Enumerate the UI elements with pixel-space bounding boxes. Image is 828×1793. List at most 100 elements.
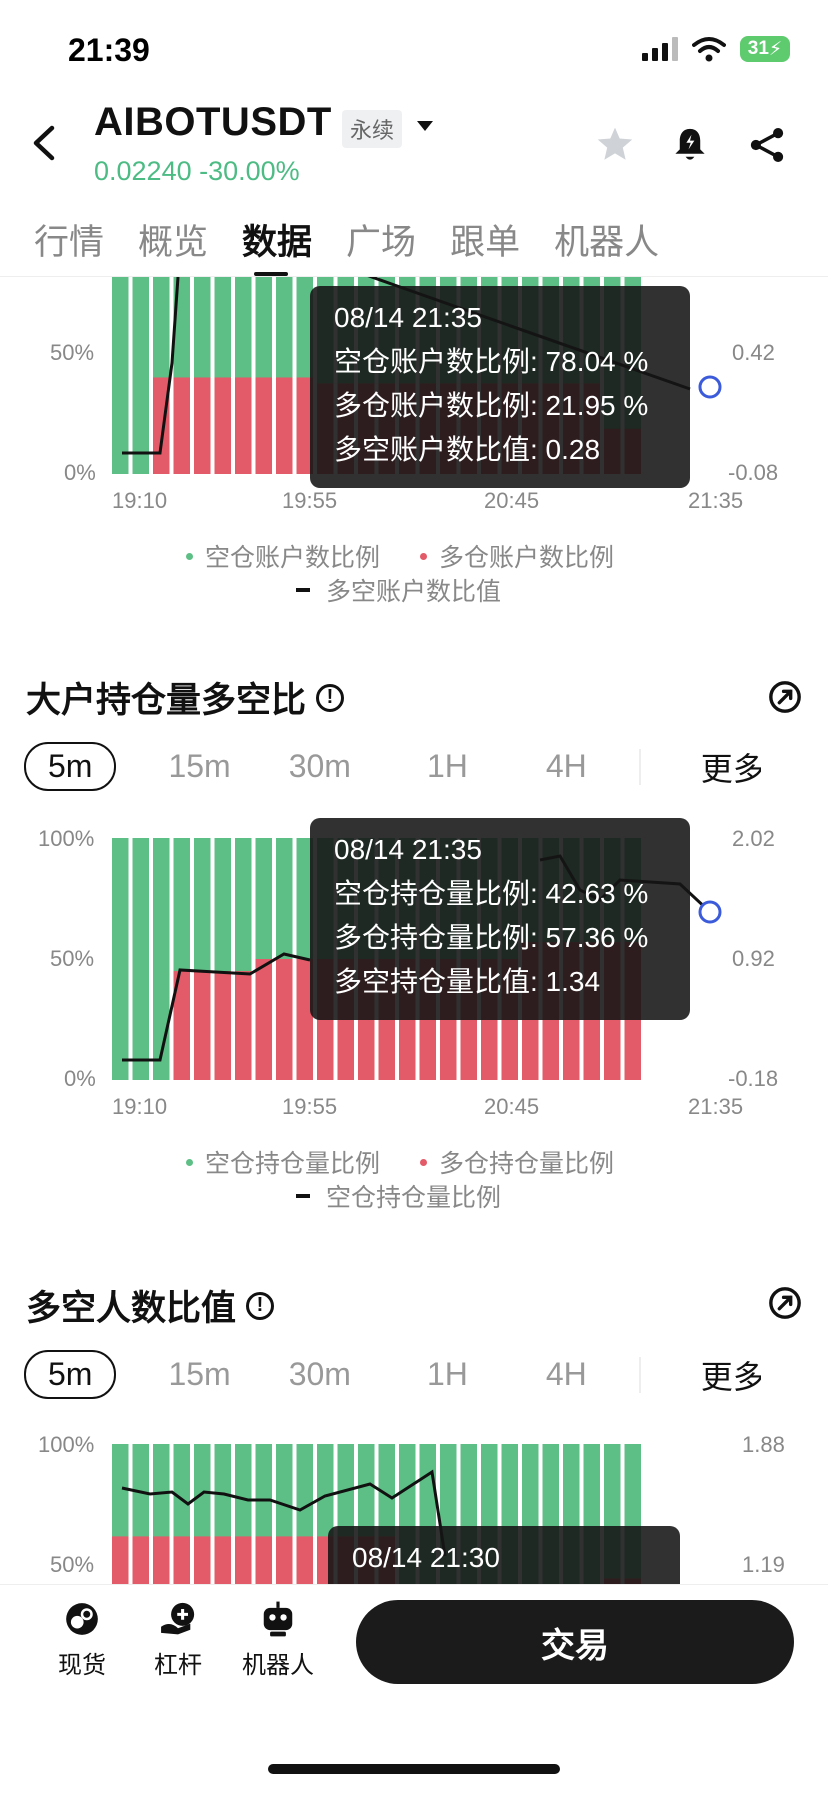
chart1-x-label: 21:35: [688, 488, 744, 513]
pair-title[interactable]: AIBOTUSDT: [94, 100, 332, 145]
price-change: 0.02240 -30.00%: [94, 156, 300, 186]
legend-line: [296, 588, 310, 592]
chart1-x-label: 19:55: [282, 488, 338, 513]
tooltip-long-ratio: 多仓持仓量比例: 57.36 %: [334, 922, 649, 953]
robot-icon: [263, 1601, 293, 1637]
chart1-x-label: 20:45: [484, 488, 540, 513]
period-4h[interactable]: 4H: [546, 1356, 587, 1393]
period-1h[interactable]: 1H: [427, 748, 468, 785]
chart1-y-right-2: -0.08: [728, 460, 779, 485]
period-15m[interactable]: 15m: [168, 1356, 230, 1393]
tab-data[interactable]: 数据: [242, 214, 312, 265]
share-icon[interactable]: [748, 126, 786, 164]
long-ratio-bar: [132, 1536, 149, 1584]
long-ratio-bar: [255, 377, 272, 474]
short-ratio-bar: [153, 838, 170, 1080]
legend-label: 空仓账户数比例: [205, 544, 381, 572]
long-ratio-bar: [194, 971, 211, 1080]
crosshair-point: [698, 900, 722, 924]
nav-bot[interactable]: 机器人: [236, 1600, 320, 1680]
chart3-title-text: 多空人数比值: [26, 1289, 237, 1328]
chart3-periods: 5m 15m 30m 1H 4H 更多: [24, 1350, 804, 1399]
long-ratio-bar: [214, 1536, 231, 1584]
chart1-y-right-1: 0.42: [732, 340, 775, 365]
legend-label: 多仓持仓量比例: [439, 1150, 615, 1178]
legend-label: 空仓持仓量比例: [326, 1184, 502, 1212]
chart1-y-left-50: 50%: [50, 340, 95, 365]
nav-spot-label: 现货: [58, 1652, 106, 1679]
chart2-y-right-3: -0.18: [728, 1066, 779, 1091]
period-30m[interactable]: 30m: [289, 1356, 351, 1393]
legend-dot: [420, 552, 427, 560]
tooltip-short-ratio: 空仓持仓量比例: 42.63 %: [334, 878, 649, 909]
legend-dot: [420, 1158, 427, 1166]
chart3-title: 多空人数比值 !: [26, 1280, 275, 1331]
long-ratio-bar: [194, 377, 211, 474]
period-more[interactable]: 更多: [701, 744, 761, 790]
period-more[interactable]: 更多: [701, 1352, 761, 1398]
tab-bots[interactable]: 机器人: [554, 214, 659, 265]
chart3-y-left-50: 50%: [50, 1552, 95, 1577]
main-tabs: 行情 概览 数据 广场 跟单 机器人: [34, 214, 693, 265]
chart2-y-left-50: 50%: [50, 946, 95, 971]
tooltip-ls-ratio: 多空持仓量比值: 1.34: [334, 966, 601, 997]
nav-margin[interactable]: 杠杆: [148, 1600, 208, 1680]
nav-margin-label: 杠杆: [154, 1652, 202, 1679]
chart3-y-right-1: 1.88: [742, 1432, 785, 1457]
legend-dot: [186, 1158, 193, 1166]
expand-icon[interactable]: [768, 680, 802, 714]
chart2-title: 大户持仓量多空比 !: [26, 672, 345, 723]
tooltip-ls-ratio: 多空账户数比值: 0.28: [334, 434, 601, 465]
long-ratio-bar: [194, 1536, 211, 1584]
info-icon[interactable]: !: [316, 683, 345, 712]
chart1-x-label: 19:10: [112, 488, 168, 513]
legend-line: [296, 1194, 310, 1198]
alert-bell-icon[interactable]: [672, 126, 708, 164]
chart3-y-left-100: 100%: [38, 1432, 95, 1457]
status-time: 21:39: [68, 32, 150, 68]
chart1-legend-ratio: 多空账户数比值: [296, 572, 501, 608]
info-icon[interactable]: !: [246, 1291, 275, 1320]
long-ratio-bar: [235, 377, 252, 474]
home-indicator: [268, 1764, 560, 1774]
chart2-legend-long: 多仓持仓量比例: [420, 1144, 614, 1180]
long-ratio-bar: [173, 377, 190, 474]
long-ratio-bar: [255, 1536, 272, 1584]
back-arrow-icon[interactable]: [30, 124, 56, 162]
contract-tag: 永续: [342, 110, 403, 148]
chart2-y-left-0: 0%: [64, 1066, 96, 1091]
tab-overview[interactable]: 概览: [138, 214, 208, 265]
period-5m[interactable]: 5m: [24, 1350, 117, 1399]
tooltip-date: 08/14 21:35: [334, 834, 482, 865]
legend-label: 多空账户数比值: [326, 578, 502, 606]
tooltip-date: 08/14 21:30: [352, 1542, 500, 1573]
tab-square[interactable]: 广场: [346, 214, 416, 265]
short-ratio-bar: [132, 838, 149, 1080]
tab-copy-trading[interactable]: 跟单: [450, 214, 520, 265]
trade-button[interactable]: 交易: [356, 1600, 794, 1684]
legend-label: 空仓持仓量比例: [205, 1150, 381, 1178]
nav-spot[interactable]: 现货: [52, 1600, 112, 1680]
chart2-y-left-100: 100%: [38, 826, 95, 851]
star-icon[interactable]: [596, 126, 634, 162]
period-4h[interactable]: 4H: [546, 748, 587, 785]
long-ratio-bar: [255, 959, 272, 1080]
legend-label: 多仓账户数比例: [439, 544, 615, 572]
chart2-x-label: 19:10: [112, 1094, 168, 1119]
period-5m[interactable]: 5m: [24, 742, 117, 791]
legend-dot: [186, 552, 193, 560]
chart2-x-label: 21:35: [688, 1094, 744, 1119]
chart2-y-right-1: 2.02: [732, 826, 775, 851]
chart1-tooltip: 08/14 21:35 空仓账户数比例: 78.04 % 多仓账户数比例: 21…: [310, 286, 690, 488]
period-1h[interactable]: 1H: [427, 1356, 468, 1393]
chart2-tooltip: 08/14 21:35 空仓持仓量比例: 42.63 % 多仓持仓量比例: 57…: [310, 818, 690, 1020]
chevron-down-icon[interactable]: [416, 120, 434, 132]
short-ratio-bar: [112, 838, 129, 1080]
status-icons: 31 ⚡: [642, 36, 790, 62]
crosshair-point: [698, 375, 722, 399]
period-15m[interactable]: 15m: [168, 748, 230, 785]
period-30m[interactable]: 30m: [289, 748, 351, 785]
period-divider: [638, 1356, 641, 1393]
expand-icon[interactable]: [768, 1286, 802, 1320]
tab-market[interactable]: 行情: [34, 214, 104, 265]
